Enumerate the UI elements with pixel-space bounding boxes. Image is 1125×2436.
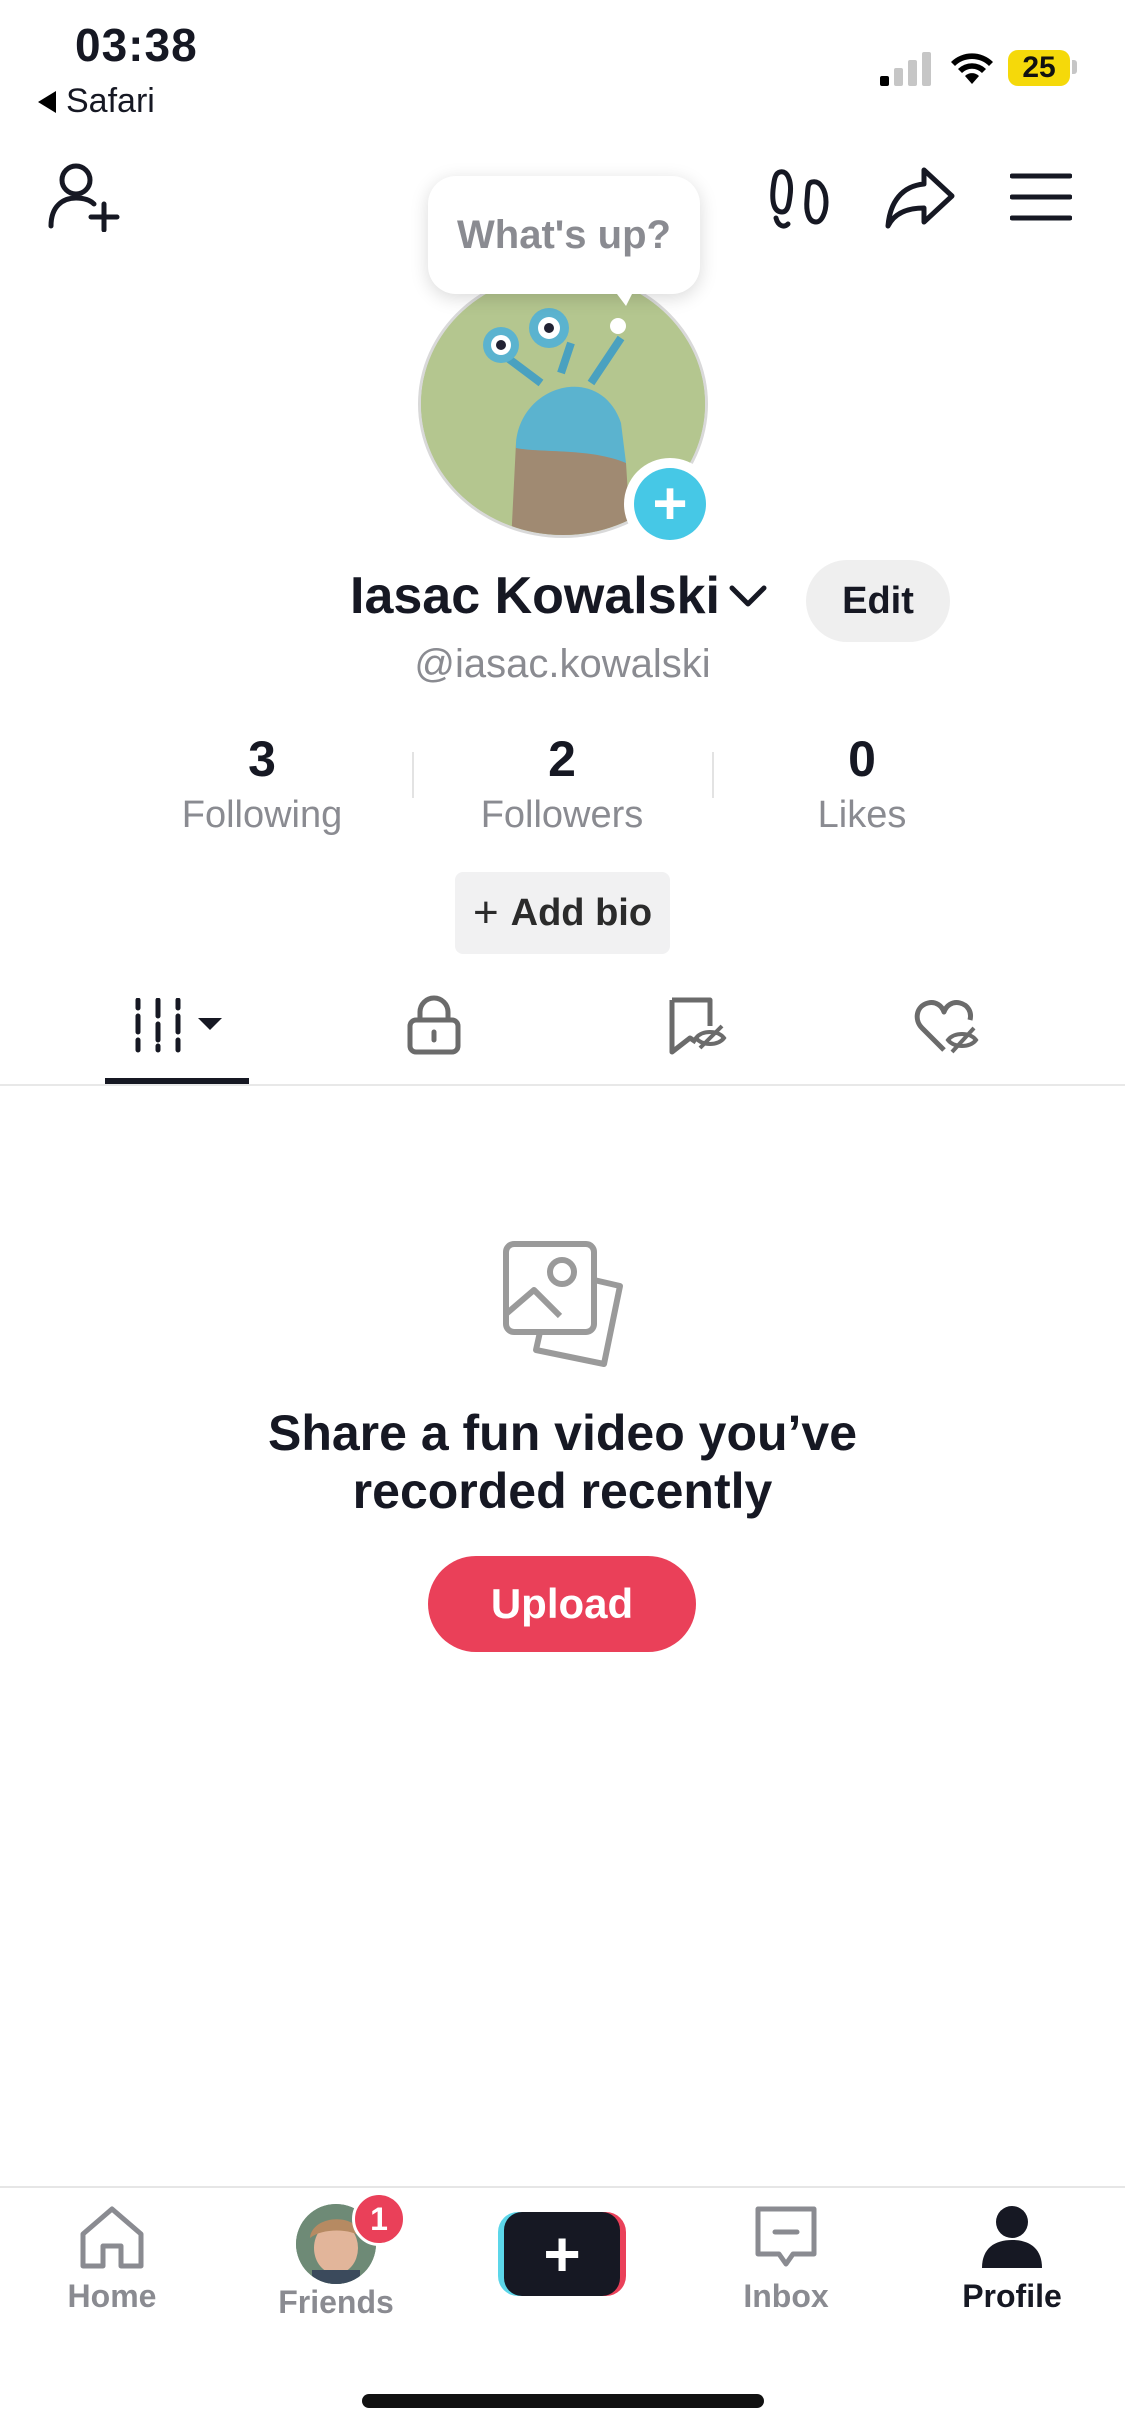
inbox-icon (755, 2206, 817, 2267)
back-to-app-link[interactable]: Safari (38, 82, 155, 121)
stat-label: Followers (480, 794, 644, 836)
nav-label: Profile (962, 2278, 1062, 2314)
home-icon (80, 2206, 144, 2269)
plus-icon: + (504, 2212, 620, 2296)
add-friend-icon[interactable] (48, 160, 122, 232)
tab-videos-grid-icon[interactable] (132, 998, 228, 1054)
status-time: 03:38 (75, 19, 198, 71)
empty-title-line-2: recorded recently (352, 1463, 773, 1519)
wifi-icon (951, 53, 993, 84)
add-bio-button[interactable]: + Add bio (455, 872, 670, 954)
share-icon[interactable] (884, 166, 956, 230)
battery-indicator: 25 (1008, 50, 1070, 86)
battery-cap (1072, 60, 1077, 74)
nav-inbox[interactable]: Inbox (696, 2204, 876, 2315)
profile-name: Iasac Kowalski (350, 567, 720, 625)
stat-likes[interactable]: 0 Likes (712, 730, 1012, 837)
plus-icon: + (634, 468, 706, 540)
stat-following[interactable]: 3 Following (112, 730, 412, 837)
status-prompt-bubble[interactable]: What's up? (428, 176, 700, 294)
photos-placeholder-icon (503, 1241, 623, 1367)
nav-label: Home (67, 2278, 157, 2314)
tab-saved-hidden-icon[interactable] (666, 996, 728, 1056)
nav-home[interactable]: Home (22, 2204, 202, 2315)
bottom-nav-divider (0, 2186, 1125, 2188)
nav-label: Friends (278, 2284, 394, 2320)
status-prompt-text: What's up? (457, 212, 671, 257)
empty-title-line-1: Share a fun video you’ve (267, 1405, 858, 1461)
bubble-tail-icon (610, 290, 634, 334)
tab-liked-hidden-icon[interactable] (914, 998, 980, 1056)
back-app-label: Safari (66, 82, 155, 120)
profile-name-row[interactable]: Iasac Kowalski (350, 566, 768, 626)
edit-profile-button[interactable]: Edit (806, 560, 950, 642)
stat-followers[interactable]: 2 Followers (412, 730, 712, 837)
add-bio-label: Add bio (510, 891, 653, 934)
stat-label: Following (181, 794, 343, 836)
tab-private-lock-icon[interactable] (406, 994, 462, 1056)
empty-state-title: Share a fun video you’ve recorded recent… (0, 1404, 1125, 1520)
add-avatar-button[interactable]: + (624, 458, 716, 550)
stat-value: 2 (548, 731, 576, 787)
nav-label: Inbox (743, 2278, 829, 2314)
plus-icon: + (472, 888, 499, 937)
profile-icon (982, 2206, 1042, 2268)
footprints-icon[interactable] (770, 166, 834, 232)
home-indicator[interactable] (362, 2394, 764, 2408)
chevron-down-icon (729, 585, 767, 607)
friends-notification-badge: 1 (352, 2192, 406, 2246)
stat-label: Likes (817, 794, 907, 836)
back-arrow-icon (38, 90, 56, 113)
upload-button[interactable]: Upload (428, 1556, 696, 1652)
nav-profile[interactable]: Profile (922, 2204, 1102, 2315)
tabs-divider (0, 1084, 1125, 1086)
menu-icon[interactable] (1010, 172, 1072, 222)
profile-handle: @iasac.kowalski (414, 642, 711, 686)
stat-value: 0 (848, 731, 876, 787)
cellular-signal-icon (880, 52, 931, 86)
create-video-button[interactable]: + (498, 2212, 626, 2296)
stat-value: 3 (248, 731, 276, 787)
